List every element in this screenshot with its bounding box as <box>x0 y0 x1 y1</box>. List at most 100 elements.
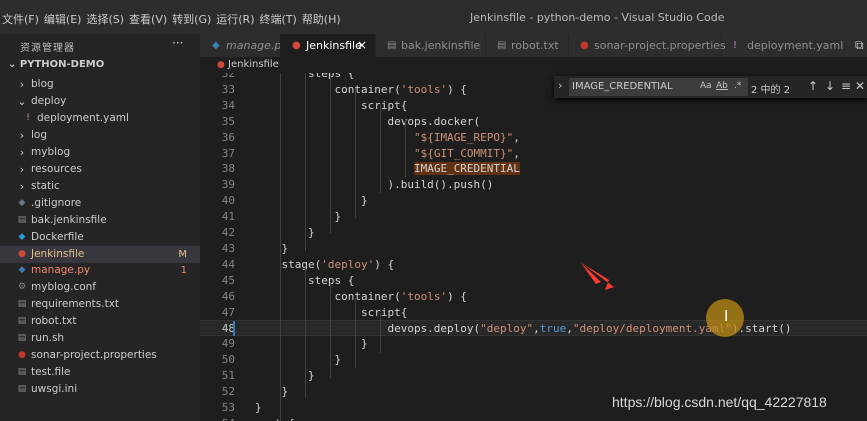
line-number: 50 <box>221 353 235 367</box>
chevron-icon: ⌄ <box>17 94 27 108</box>
code-line[interactable]: 49 } <box>200 336 867 352</box>
menu-item[interactable]: 终端(T) <box>260 13 297 26</box>
code-line[interactable]: 51 } <box>200 368 867 384</box>
code-line[interactable]: 36 "${IMAGE_REPO}", <box>200 130 867 146</box>
code-text: container('tools') { <box>255 289 467 303</box>
project-folder-header[interactable]: ⌄ PYTHON-DEMO <box>8 59 104 70</box>
code-line[interactable]: 40 } <box>200 193 867 209</box>
tree-item[interactable]: ● sonar-project.properties <box>0 347 200 364</box>
code-line[interactable]: 34 script{ <box>200 98 867 114</box>
menu-item[interactable]: 帮助(H) <box>302 13 341 26</box>
editor-tab[interactable]: ▤ robot.txt <box>485 34 569 57</box>
code-line[interactable]: 45 steps { <box>200 273 867 289</box>
breadcrumb[interactable]: ● Jenkinsfile <box>200 57 867 73</box>
code-text: } <box>255 353 342 367</box>
previous-match-icon[interactable]: ↑ <box>808 79 818 93</box>
tree-item[interactable]: ◆ .gitignore <box>0 195 200 212</box>
editor-tab[interactable]: ● sonar-project.properties <box>568 34 726 57</box>
menu-item[interactable]: 转到(G) <box>172 13 211 26</box>
indent-guide <box>330 283 331 378</box>
file-icon: ◆ <box>18 197 26 208</box>
tree-item[interactable]: ▤ bak.jenkinsfile <box>0 212 200 229</box>
chevron-icon: › <box>19 179 25 193</box>
tab-label: deployment.yaml <box>747 39 844 52</box>
tree-item[interactable]: › myblog <box>0 144 200 161</box>
tree-item[interactable]: ● Jenkinsfile M <box>0 245 200 263</box>
editor-tab[interactable]: ◆ manage.py <box>200 34 288 57</box>
editor-tab[interactable]: ▤ bak.jenkinsfile <box>375 34 486 57</box>
whole-word-toggle[interactable]: Ab <box>716 81 728 91</box>
file-icon: ! <box>733 40 738 51</box>
toggle-replace-icon[interactable]: › <box>558 79 562 92</box>
annotation-arrow-icon <box>580 262 614 290</box>
code-text: } <box>255 210 342 224</box>
indent-guide <box>405 118 406 178</box>
code-line[interactable]: 43 } <box>200 241 867 257</box>
code-line[interactable]: 44 stage('deploy') { <box>200 257 867 273</box>
menu-item[interactable]: 运行(R) <box>216 13 254 26</box>
code-line[interactable]: 38 IMAGE_CREDENTIAL <box>200 161 867 177</box>
chevron-down-icon: ⌄ <box>8 59 20 70</box>
tree-item[interactable]: ▤ requirements.txt <box>0 296 200 313</box>
regex-toggle[interactable]: .* <box>734 81 741 91</box>
code-line[interactable]: 50 } <box>200 352 867 368</box>
code-line[interactable]: 35 devops.docker( <box>200 114 867 130</box>
tree-item[interactable]: ◆ Dockerfile <box>0 229 200 246</box>
menu-item[interactable]: 选择(S) <box>86 13 124 26</box>
next-match-icon[interactable]: ↓ <box>825 79 835 93</box>
code-line[interactable]: 48 devops.deploy("deploy",true,"deploy/d… <box>200 320 867 337</box>
tree-item-label: Jenkinsfile <box>31 247 85 260</box>
menu-item[interactable]: 编辑(E) <box>44 13 82 26</box>
tree-item[interactable]: ▤ test.file <box>0 364 200 381</box>
tree-item[interactable]: ▤ run.sh <box>0 330 200 347</box>
match-case-toggle[interactable]: Aa <box>700 81 712 91</box>
tree-item-label: blog <box>31 78 54 90</box>
watermark: https://blog.csdn.net/qq_42227818 <box>612 394 827 410</box>
file-icon: ● <box>217 60 225 70</box>
close-icon[interactable]: × <box>357 34 367 57</box>
tree-item-label: bak.jenkinsfile <box>31 213 107 226</box>
code-editor[interactable]: 32 steps {33 container('tools') {34 scri… <box>200 73 867 421</box>
menu-item[interactable]: 文件(F) <box>2 13 39 26</box>
title-bar: 文件(F) 编辑(E) 选择(S) 查看(V) 转到(G) 运行(R) 终端(T) 帮助(H)… <box>0 0 867 34</box>
breadcrumb-file[interactable]: Jenkinsfile <box>228 57 279 73</box>
code-line[interactable]: 54 post { <box>200 416 867 421</box>
code-text: script{ <box>255 305 408 319</box>
editor-tab[interactable]: ! deployment.yaml <box>721 34 867 57</box>
indent-guide <box>305 73 306 251</box>
more-actions-icon[interactable]: ··· <box>172 36 183 50</box>
tree-item[interactable]: ◆ manage.py 1 <box>0 262 200 279</box>
indent-guide <box>355 88 356 218</box>
tree-item[interactable]: ⚙ myblog.conf <box>0 279 200 296</box>
editor-tab[interactable]: ● Jenkinsfile × <box>280 34 376 57</box>
code-line[interactable]: 41 } <box>200 209 867 225</box>
code-line[interactable]: 39 ).build().push() <box>200 177 867 193</box>
line-number: 53 <box>221 400 235 414</box>
tree-item[interactable]: ! deployment.yaml <box>0 110 200 127</box>
tree-item-label: uwsgi.ini <box>31 383 78 396</box>
tab-label: robot.txt <box>511 39 559 52</box>
tree-item[interactable]: › resources <box>0 161 200 178</box>
tree-item-label: static <box>31 179 60 192</box>
find-in-selection-icon[interactable]: ≡ <box>841 79 851 93</box>
line-number: 39 <box>221 178 235 192</box>
tree-item[interactable]: › static <box>0 178 200 195</box>
code-line[interactable]: 37 "${GIT_COMMIT}", <box>200 146 867 162</box>
code-line[interactable]: 42 } <box>200 225 867 241</box>
code-line[interactable]: 46 container('tools') { <box>200 289 867 305</box>
code-line[interactable]: 47 script{ <box>200 305 867 321</box>
tree-item[interactable]: › log <box>0 127 200 144</box>
tree-item[interactable]: ⌄ deploy <box>0 93 200 110</box>
code-text: IMAGE_CREDENTIAL <box>413 162 520 176</box>
tree-item[interactable]: › blog <box>0 76 200 93</box>
close-icon[interactable]: ✕ <box>855 79 865 93</box>
file-icon: ▤ <box>17 333 27 344</box>
menu-item[interactable]: 查看(V) <box>129 13 167 26</box>
tree-item-label: robot.txt <box>31 315 77 328</box>
tree-item[interactable]: ▤ uwsgi.ini <box>0 381 200 398</box>
code-text: ).build().push() <box>255 178 494 192</box>
split-editor-icon[interactable]: ⧉ <box>855 38 864 53</box>
code-text: } <box>255 400 262 414</box>
tree-item[interactable]: ▤ robot.txt <box>0 313 200 330</box>
file-icon: ▤ <box>387 40 397 51</box>
